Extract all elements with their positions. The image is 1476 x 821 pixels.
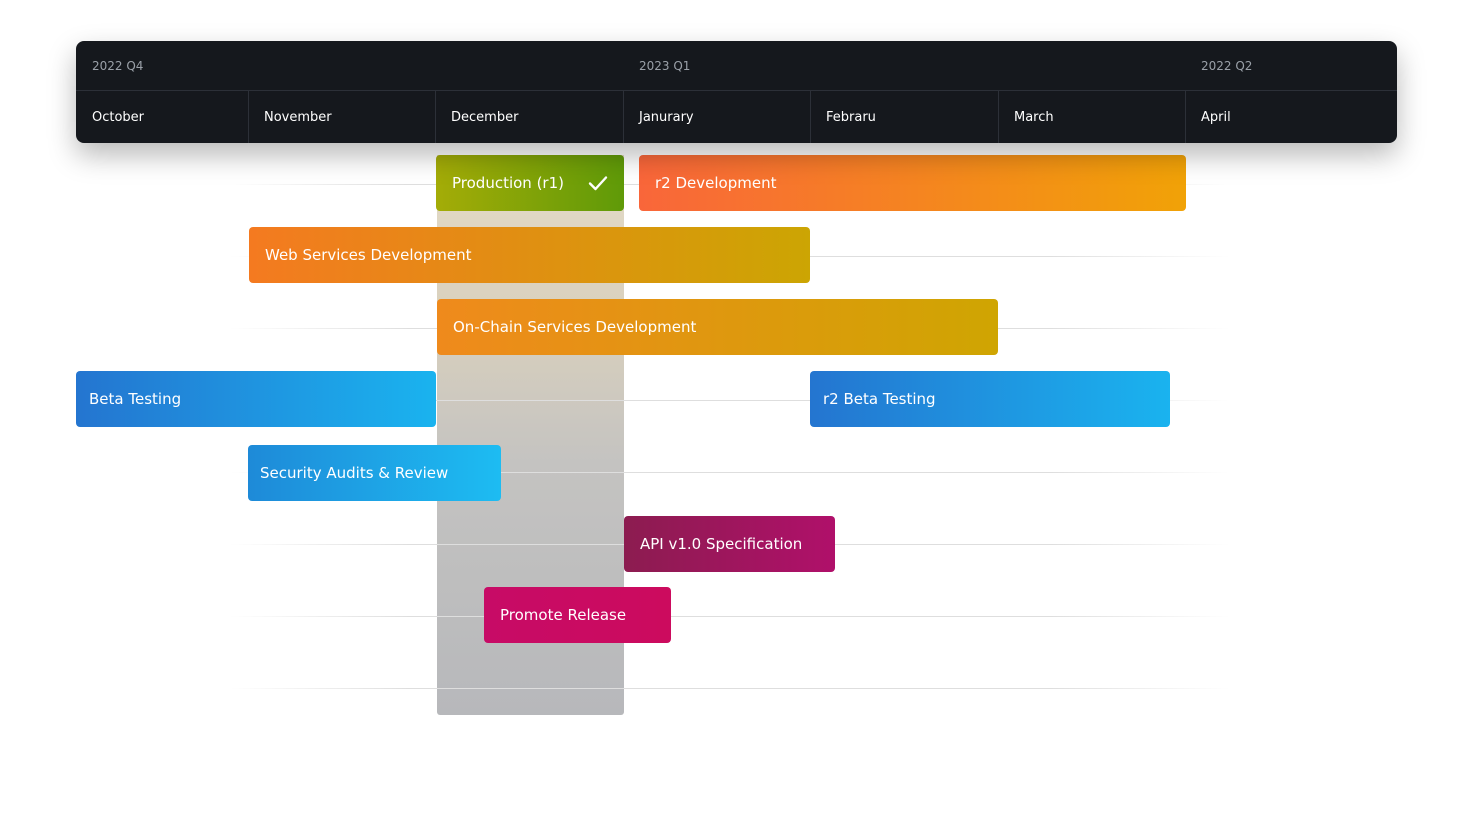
month-label: Janurary: [639, 110, 694, 125]
task-label: Security Audits & Review: [260, 464, 449, 482]
task-label: r2 Development: [655, 174, 777, 192]
month-label: December: [451, 110, 519, 125]
task-label: Web Services Development: [265, 246, 472, 264]
task-bar-api-v1-specification[interactable]: API v1.0 Specification: [624, 516, 835, 572]
month-label: November: [264, 110, 332, 125]
task-label: r2 Beta Testing: [823, 390, 936, 408]
row-gridline: [230, 616, 1230, 617]
quarter-label: 2023 Q1: [639, 59, 691, 73]
quarter-row: 2022 Q4 2023 Q1 2022 Q2: [76, 41, 1397, 91]
task-bar-beta-testing[interactable]: Beta Testing: [76, 371, 436, 427]
month-column: Janurary: [623, 91, 810, 143]
task-bar-production-r1[interactable]: Production (r1): [436, 155, 624, 211]
task-bar-r2-beta-testing[interactable]: r2 Beta Testing: [810, 371, 1170, 427]
month-column: April: [1185, 91, 1397, 143]
task-label: Production (r1): [452, 174, 564, 192]
month-column: November: [248, 91, 435, 143]
month-label: October: [92, 110, 145, 125]
month-column: March: [998, 91, 1185, 143]
task-bar-on-chain-services-development[interactable]: On-Chain Services Development: [437, 299, 998, 355]
task-bar-r2-development[interactable]: r2 Development: [639, 155, 1186, 211]
month-column: December: [435, 91, 623, 143]
task-label: Beta Testing: [89, 390, 182, 408]
month-label: March: [1014, 110, 1054, 125]
month-label: April: [1201, 110, 1231, 125]
month-row: October November December Janurary Febra…: [76, 91, 1397, 143]
task-label: On-Chain Services Development: [453, 318, 697, 336]
month-column: Febraru: [810, 91, 998, 143]
timeline-header: 2022 Q4 2023 Q1 2022 Q2 October November…: [76, 41, 1397, 143]
task-label: API v1.0 Specification: [640, 535, 803, 553]
task-bar-security-audits-review[interactable]: Security Audits & Review: [248, 445, 501, 501]
row-gridline: [230, 688, 1230, 689]
checkmark-icon: [588, 176, 608, 191]
task-label: Promote Release: [500, 606, 627, 624]
month-column: October: [76, 91, 248, 143]
quarter-label: 2022 Q4: [92, 59, 144, 73]
quarter-label: 2022 Q2: [1201, 59, 1253, 73]
task-bar-web-services-development[interactable]: Web Services Development: [249, 227, 810, 283]
task-bar-promote-release[interactable]: Promote Release: [484, 587, 671, 643]
month-label: Febraru: [826, 110, 876, 125]
